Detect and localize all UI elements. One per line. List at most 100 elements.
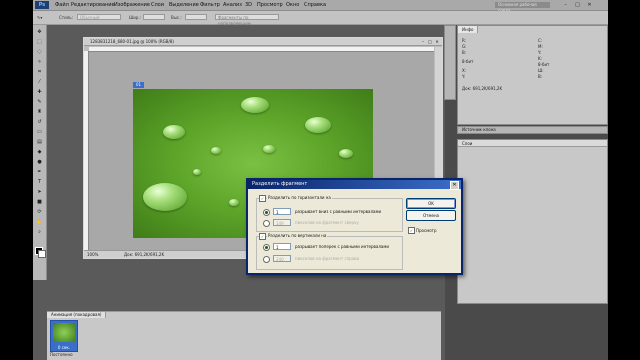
menu-image[interactable]: Изображение (114, 2, 150, 8)
blur-tool-icon[interactable]: ◆ (36, 149, 43, 155)
clone-stamp-tool-icon[interactable]: ♜ (36, 109, 43, 115)
water-drop (143, 183, 187, 211)
quick-select-tool-icon[interactable]: ✧ (36, 59, 43, 65)
close-icon[interactable]: ✕ (585, 2, 594, 8)
zoom-tool-icon[interactable]: ⌕ (36, 229, 43, 235)
info-x: X: (462, 68, 467, 73)
water-drop (211, 147, 221, 154)
lasso-tool-icon[interactable]: ◌ (36, 49, 43, 55)
background-color-swatch[interactable] (38, 250, 46, 258)
eraser-tool-icon[interactable]: ▭ (36, 129, 43, 135)
eyedropper-tool-icon[interactable]: ⁄ (36, 79, 43, 85)
marquee-tool-icon[interactable]: ⬚ (36, 39, 43, 45)
water-drop (163, 125, 185, 139)
info-g: G: (462, 44, 467, 49)
width-field[interactable] (143, 14, 165, 20)
maximize-icon[interactable]: □ (573, 2, 582, 8)
water-drop (241, 97, 269, 113)
workspace-switcher[interactable]: Основная рабочая среда (495, 2, 550, 13)
horizontal-count-field[interactable]: 1 (273, 208, 291, 215)
clone-source-panel[interactable]: Источник клона (457, 126, 608, 134)
menu-layers[interactable]: Слои (151, 2, 164, 8)
hand-tool-icon[interactable]: ✋ (36, 219, 43, 225)
menu-analysis[interactable]: Анализ (223, 2, 242, 8)
brush-tool-icon[interactable]: ✎ (36, 99, 43, 105)
vertical-pixels-radio[interactable] (263, 256, 270, 263)
doc-size: Док: 691,2K/691,2K (124, 252, 165, 257)
info-k: K: (538, 56, 542, 61)
vertical-pixels-field[interactable]: 240 (273, 255, 291, 262)
menu-filter[interactable]: Фильтр (200, 2, 220, 8)
crop-tool-icon[interactable]: ⌗ (36, 69, 43, 75)
menu-file[interactable]: Файл (55, 2, 69, 8)
history-brush-tool-icon[interactable]: ↺ (36, 119, 43, 125)
menu-view[interactable]: Просмотр (257, 2, 283, 8)
gradient-tool-icon[interactable]: ▤ (36, 139, 43, 145)
info-y-cmyk: Y: (538, 50, 542, 55)
slice-tool-icon[interactable]: ✎▾ (37, 15, 42, 20)
layers-panel: Слои (457, 139, 608, 304)
collapsed-panel-icons[interactable] (444, 25, 456, 100)
layers-panel-tab[interactable]: Слои (458, 140, 607, 147)
slice-number-badge: 01 (133, 82, 144, 88)
water-drop (305, 117, 331, 133)
ok-button[interactable]: OK (406, 198, 456, 209)
divide-horizontal-checkbox[interactable]: ✓ (259, 195, 266, 202)
info-r: R: (462, 38, 467, 43)
cancel-button[interactable]: Отмена (406, 210, 456, 221)
slices-from-guides-button[interactable]: Фрагменты по направляющим (215, 14, 279, 26)
horizontal-group: ✓ Разделить по горизонтали на 1 разрывае… (256, 195, 403, 232)
info-bitdepth-1: 8-бит (462, 59, 474, 64)
frame-duration[interactable]: 0 сек. (51, 345, 77, 350)
dialog-close-icon[interactable]: ✕ (450, 181, 459, 190)
horizontal-equal-radio[interactable] (263, 209, 270, 216)
divide-vertical-checkbox[interactable]: ✓ (259, 233, 266, 240)
vertical-equal-radio[interactable] (263, 244, 270, 251)
preview-checkbox[interactable]: ✓ (408, 227, 415, 234)
divide-vertical-label: Разделить по вертикали на (267, 233, 328, 238)
horizontal-pixels-radio[interactable] (263, 220, 270, 227)
vertical-equal-label: разрывает поперек с равными интервалами (295, 244, 389, 249)
water-drop (263, 145, 275, 153)
menu-3d[interactable]: 3D (245, 2, 252, 8)
info-b: B: (462, 50, 467, 55)
style-select[interactable]: Обычный (77, 14, 121, 20)
animation-panel: Анимация (покадровая) 0 сек. Постоянно (47, 311, 441, 360)
vertical-count-field[interactable]: 1 (273, 243, 291, 250)
photoshop-logo: Ps (35, 1, 49, 9)
menu-help[interactable]: Справка (304, 2, 326, 8)
menu-bar: Ps Файл Редактирование Изображение Слои … (33, 0, 608, 13)
loop-select[interactable]: Постоянно (50, 352, 73, 357)
water-drop (229, 199, 239, 206)
document-title[interactable]: 1283831218_680-01.jpg @ 100% (RGB/8) (84, 38, 442, 46)
healing-tool-icon[interactable]: ✚ (36, 89, 43, 95)
info-panel: Инфо R: G: B: 8-бит X: Y: C: M: Y: K: 8-… (457, 25, 608, 125)
info-m: M: (538, 44, 543, 49)
horizontal-pixels-field[interactable]: 149 (273, 219, 291, 226)
dodge-tool-icon[interactable]: ● (36, 159, 43, 165)
menu-window[interactable]: Окно (286, 2, 299, 8)
doc-close-icon[interactable]: ✕ (434, 39, 440, 45)
3d-rotate-tool-icon[interactable]: ⟳ (36, 209, 43, 215)
pen-tool-icon[interactable]: ✒ (36, 169, 43, 175)
shape-tool-icon[interactable]: ■ (36, 199, 43, 205)
minimize-icon[interactable]: – (561, 2, 570, 8)
move-tool-icon[interactable]: ✥ (36, 29, 43, 35)
animation-panel-tab[interactable]: Анимация (покадровая) (47, 312, 107, 318)
path-select-tool-icon[interactable]: ➤ (36, 189, 43, 195)
menu-select[interactable]: Выделение (169, 2, 199, 8)
zoom-level[interactable]: 100% (87, 252, 98, 257)
animation-frame[interactable]: 0 сек. (50, 320, 78, 352)
info-height: В: (538, 74, 543, 79)
doc-minimize-icon[interactable]: – (420, 39, 426, 45)
height-field[interactable] (185, 14, 207, 20)
tools-panel: ✥ ⬚ ◌ ✧ ⌗ ⁄ ✚ ✎ ♜ ↺ ▭ ▤ ◆ ● ✒ T ➤ ■ ⟳ ✋ … (33, 25, 47, 280)
horizontal-equal-label: разрывает вниз с равными интервалами (295, 209, 382, 214)
info-doc-size: Док: 691,2K/691,2K (462, 86, 503, 91)
type-tool-icon[interactable]: T (36, 179, 43, 185)
doc-maximize-icon[interactable]: □ (427, 39, 433, 45)
menu-edit[interactable]: Редактирование (71, 2, 115, 8)
info-panel-tab[interactable]: Инфо (458, 26, 479, 33)
horizontal-pixels-label: пикселов на фрагмент сверху (295, 220, 359, 225)
divide-slice-dialog: Разделить фрагмент ✕ ✓ Разделить по гори… (246, 178, 463, 275)
